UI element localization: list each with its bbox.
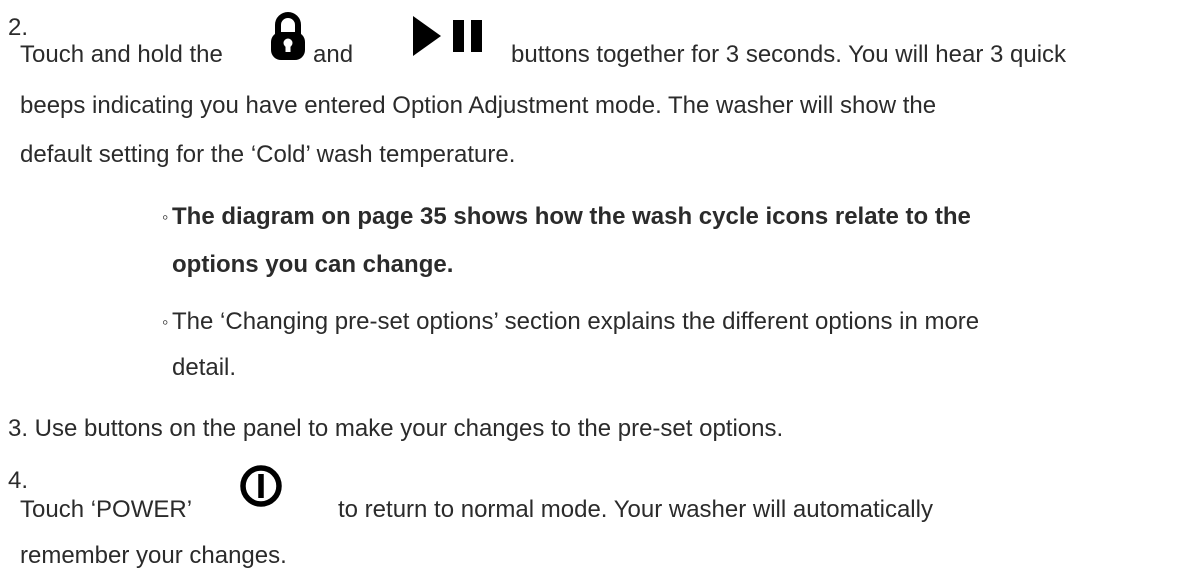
bullet-list: ◦ The diagram on page 35 shows how the w… bbox=[162, 200, 1182, 400]
bullet-text-line-1: The ‘Changing pre-set options’ section e… bbox=[172, 308, 980, 335]
lock-icon bbox=[271, 12, 305, 60]
step-4-text-b: to return to normal mode. Your washer wi… bbox=[338, 496, 933, 523]
step-2-text-c: buttons together for 3 seconds. You will… bbox=[511, 41, 1067, 68]
power-icon bbox=[240, 465, 282, 507]
step-4: 4. Touch ‘POWER’ to return to normal mod… bbox=[8, 450, 1182, 578]
bullet-marker: ◦ bbox=[162, 207, 169, 227]
step-2-line-3: default setting for the ‘Cold’ wash temp… bbox=[20, 141, 516, 168]
bullet-text-line-2: options you can change. bbox=[172, 251, 454, 278]
bullet-text-line-1: The diagram on page 35 shows how the was… bbox=[172, 203, 971, 230]
step-3-text: 3. Use buttons on the panel to make your… bbox=[8, 415, 784, 442]
step-2: 2. Touch and hold the and buttons togeth… bbox=[8, 0, 1182, 200]
bullet-item: ◦ The diagram on page 35 shows how the w… bbox=[162, 200, 1182, 280]
bullet-marker: ◦ bbox=[162, 312, 169, 332]
step-2-number: 2. bbox=[8, 14, 29, 41]
step-4-text-a: Touch ‘POWER’ bbox=[20, 496, 193, 523]
bullet-text-line-2: detail. bbox=[172, 354, 237, 381]
step-2-line-2: beeps indicating you have entered Option… bbox=[20, 92, 937, 119]
step-2-text-a: Touch and hold the bbox=[20, 41, 223, 68]
bullet-item: ◦ The ‘Changing pre-set options’ section… bbox=[162, 301, 1182, 381]
step-2-text-b: and bbox=[313, 41, 354, 68]
step-4-line-2: remember your changes. bbox=[20, 542, 287, 569]
step-4-number: 4. bbox=[8, 467, 29, 494]
play-pause-icon bbox=[413, 16, 482, 56]
